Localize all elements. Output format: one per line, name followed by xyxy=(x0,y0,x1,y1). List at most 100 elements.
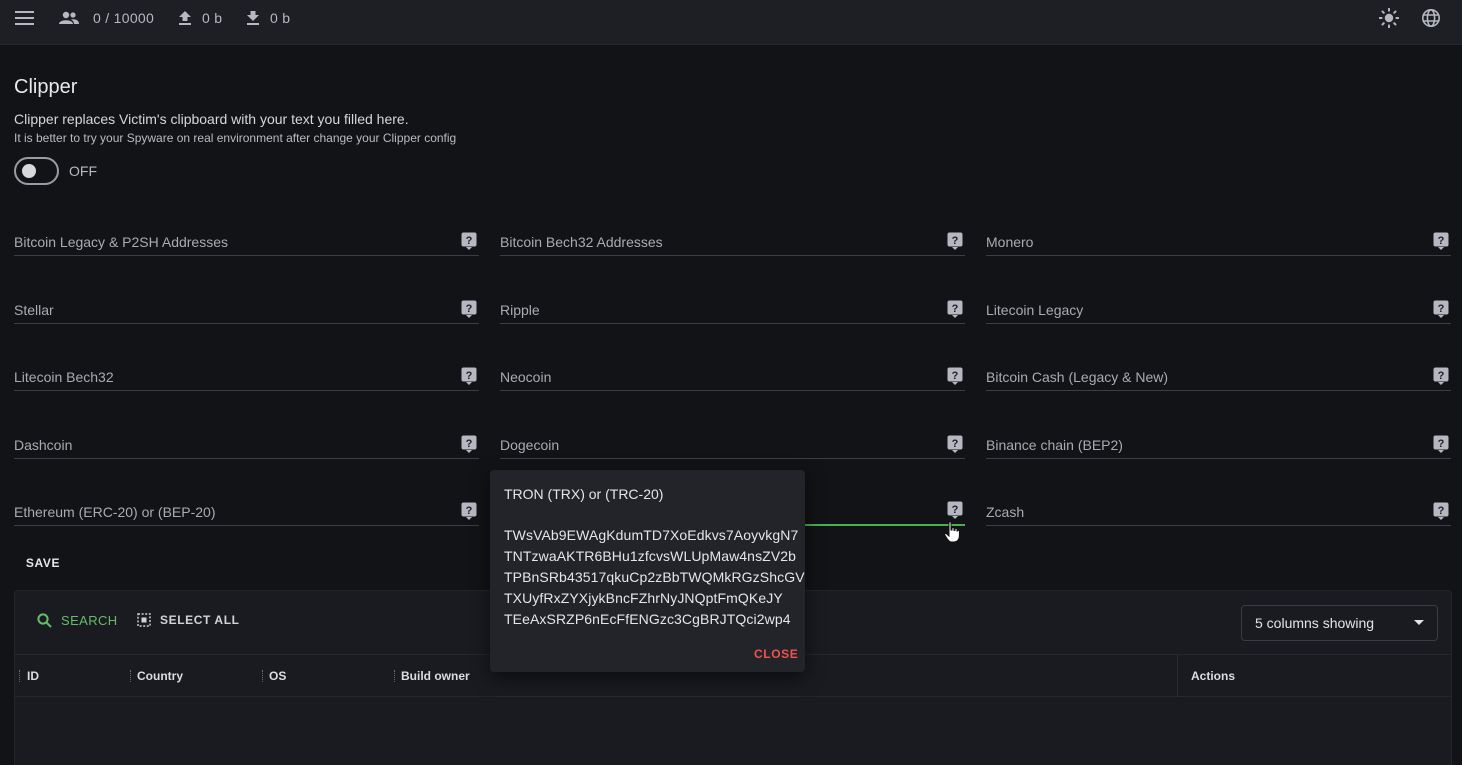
users-icon xyxy=(59,0,79,36)
column-header-build-owner[interactable]: Build owner xyxy=(401,655,470,697)
svg-text:?: ? xyxy=(1438,505,1445,517)
svg-text:?: ? xyxy=(1438,235,1445,247)
columns-select[interactable]: 5 columns showing xyxy=(1241,605,1438,641)
help-icon[interactable]: ? xyxy=(461,300,477,318)
toggle-label: OFF xyxy=(69,163,97,179)
address-field[interactable]: Bitcoin Bech32 Addresses? xyxy=(500,216,965,256)
field-label: Stellar xyxy=(14,302,54,318)
field-label: Monero xyxy=(986,234,1034,250)
address-field[interactable]: Zcash? xyxy=(986,486,1451,526)
address-field[interactable]: Monero? xyxy=(986,216,1451,256)
help-icon[interactable]: ? xyxy=(461,232,477,250)
address-field[interactable]: Bitcoin Cash (Legacy & New)? xyxy=(986,351,1451,391)
popover-address: TNTzwaAKTR6BHu1zfcvsWLUpMaw4nsZV2b xyxy=(504,548,797,564)
select-all-button[interactable]: SELECT ALL xyxy=(137,613,240,627)
help-icon[interactable]: ? xyxy=(1433,300,1449,318)
field-label: Litecoin Bech32 xyxy=(14,369,114,385)
clipper-toggle[interactable] xyxy=(14,157,59,185)
help-icon[interactable]: ? xyxy=(461,502,477,520)
help-icon[interactable]: ? xyxy=(947,501,963,519)
help-icon[interactable]: ? xyxy=(947,367,963,385)
help-icon[interactable]: ? xyxy=(947,232,963,250)
clients-count: 0 / 10000 xyxy=(93,10,155,26)
page-description: Clipper replaces Victim's clipboard with… xyxy=(14,111,409,127)
search-label: SEARCH xyxy=(61,613,118,628)
popover-address: TEeAxSRZP6nEcFfENGzc3CgBRJTQci2wp4 xyxy=(504,611,791,627)
field-label: Bitcoin Legacy & P2SH Addresses xyxy=(14,234,229,250)
column-divider xyxy=(1177,655,1178,697)
address-field[interactable]: Ethereum (ERC-20) or (BEP-20)? xyxy=(14,486,479,526)
help-popover: TRON (TRX) or (TRC-20) TWsVAb9EWAgKdumTD… xyxy=(490,470,805,672)
page-title: Clipper xyxy=(14,76,78,98)
field-label: Zcash xyxy=(986,504,1025,520)
popover-address: TXUyfRxZYXjykBncFZhrNyJNQptFmQKeJY xyxy=(504,590,783,606)
address-field[interactable]: Dashcoin? xyxy=(14,419,479,459)
search-button[interactable]: SEARCH xyxy=(37,613,118,628)
field-label: Neocoin xyxy=(500,369,552,385)
help-icon[interactable]: ? xyxy=(947,435,963,453)
address-field[interactable]: Ripple? xyxy=(500,284,965,324)
popover-title: TRON (TRX) or (TRC-20) xyxy=(504,486,664,502)
svg-text:?: ? xyxy=(1438,370,1445,382)
field-label: Dashcoin xyxy=(14,437,73,453)
address-field[interactable]: Litecoin Legacy? xyxy=(986,284,1451,324)
field-label: Ripple xyxy=(500,302,540,318)
svg-text:?: ? xyxy=(952,370,959,382)
address-field[interactable]: Litecoin Bech32? xyxy=(14,351,479,391)
help-icon[interactable]: ? xyxy=(461,367,477,385)
columns-select-value: 5 columns showing xyxy=(1255,615,1375,631)
download-icon xyxy=(247,0,259,36)
field-label: Bitcoin Bech32 Addresses xyxy=(500,234,663,250)
save-button[interactable]: SAVE xyxy=(14,548,72,578)
chevron-down-icon xyxy=(1414,620,1424,625)
svg-text:?: ? xyxy=(1438,303,1445,315)
field-label: Dogecoin xyxy=(500,437,560,453)
column-separator[interactable] xyxy=(130,670,132,682)
close-button[interactable]: CLOSE xyxy=(754,647,798,661)
field-label: Bitcoin Cash (Legacy & New) xyxy=(986,369,1169,385)
column-header-id[interactable]: ID xyxy=(27,655,39,697)
svg-text:?: ? xyxy=(952,504,959,516)
menu-icon[interactable] xyxy=(15,0,34,36)
svg-text:?: ? xyxy=(1438,438,1445,450)
svg-text:?: ? xyxy=(952,438,959,450)
address-field[interactable]: Bitcoin Legacy & P2SH Addresses? xyxy=(14,216,479,256)
help-icon[interactable]: ? xyxy=(461,435,477,453)
svg-text:?: ? xyxy=(466,235,473,247)
top-bar: 0 / 10000 0 b 0 b xyxy=(0,0,1462,45)
column-separator[interactable] xyxy=(19,670,21,682)
help-icon[interactable]: ? xyxy=(1433,435,1449,453)
help-icon[interactable]: ? xyxy=(1433,367,1449,385)
select-all-icon xyxy=(137,613,151,627)
column-separator[interactable] xyxy=(394,670,396,682)
column-separator[interactable] xyxy=(262,670,264,682)
popover-address: TPBnSRb43517qkuCp2zBbTWQMkRGzShcGV xyxy=(504,569,805,585)
language-icon[interactable] xyxy=(1421,0,1441,36)
address-field[interactable]: Dogecoin? xyxy=(500,419,965,459)
field-label: Litecoin Legacy xyxy=(986,302,1084,318)
svg-text:?: ? xyxy=(952,303,959,315)
toggle-knob xyxy=(22,164,36,178)
select-all-label: SELECT ALL xyxy=(160,613,240,627)
upload-total: 0 b xyxy=(202,10,223,26)
svg-text:?: ? xyxy=(466,438,473,450)
column-header-country[interactable]: Country xyxy=(137,655,183,697)
address-field[interactable]: Binance chain (BEP2)? xyxy=(986,419,1451,459)
svg-text:?: ? xyxy=(952,235,959,247)
theme-icon[interactable] xyxy=(1379,0,1399,36)
field-label: Ethereum (ERC-20) or (BEP-20) xyxy=(14,504,216,520)
column-header-os[interactable]: OS xyxy=(269,655,286,697)
svg-text:?: ? xyxy=(466,505,473,517)
upload-icon xyxy=(179,0,191,36)
hand-cursor-icon xyxy=(944,521,960,543)
svg-text:?: ? xyxy=(466,303,473,315)
popover-address: TWsVAb9EWAgKdumTD7XoEdkvs7AoyvkgN7 xyxy=(504,527,799,543)
address-field[interactable]: Neocoin? xyxy=(500,351,965,391)
search-icon xyxy=(37,613,52,628)
help-icon[interactable]: ? xyxy=(947,300,963,318)
column-header-actions[interactable]: Actions xyxy=(1191,655,1235,697)
help-icon[interactable]: ? xyxy=(1433,232,1449,250)
address-field[interactable]: Stellar? xyxy=(14,284,479,324)
help-icon[interactable]: ? xyxy=(1433,502,1449,520)
field-label: Binance chain (BEP2) xyxy=(986,437,1123,453)
